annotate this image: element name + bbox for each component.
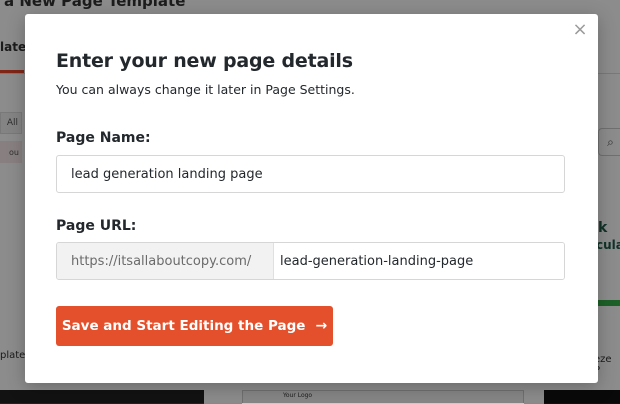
page-url-slug-input[interactable] [274, 243, 564, 279]
page-details-modal: × Enter your new page details You can al… [25, 14, 598, 383]
save-and-edit-button[interactable]: Save and Start Editing the Page → [56, 306, 333, 346]
save-button-label: Save and Start Editing the Page [61, 318, 306, 334]
close-icon[interactable]: × [570, 20, 590, 40]
arrow-right-icon: → [315, 318, 328, 334]
page-url-label: Page URL: [56, 218, 137, 234]
modal-subtitle: You can always change it later in Page S… [56, 82, 355, 97]
page-url-prefix: https://itsallaboutcopy.com/ [57, 243, 274, 279]
page-name-label: Page Name: [56, 130, 151, 146]
page-url-field-group: https://itsallaboutcopy.com/ [56, 242, 565, 280]
modal-title: Enter your new page details [56, 50, 353, 72]
page-name-input[interactable] [56, 155, 565, 193]
